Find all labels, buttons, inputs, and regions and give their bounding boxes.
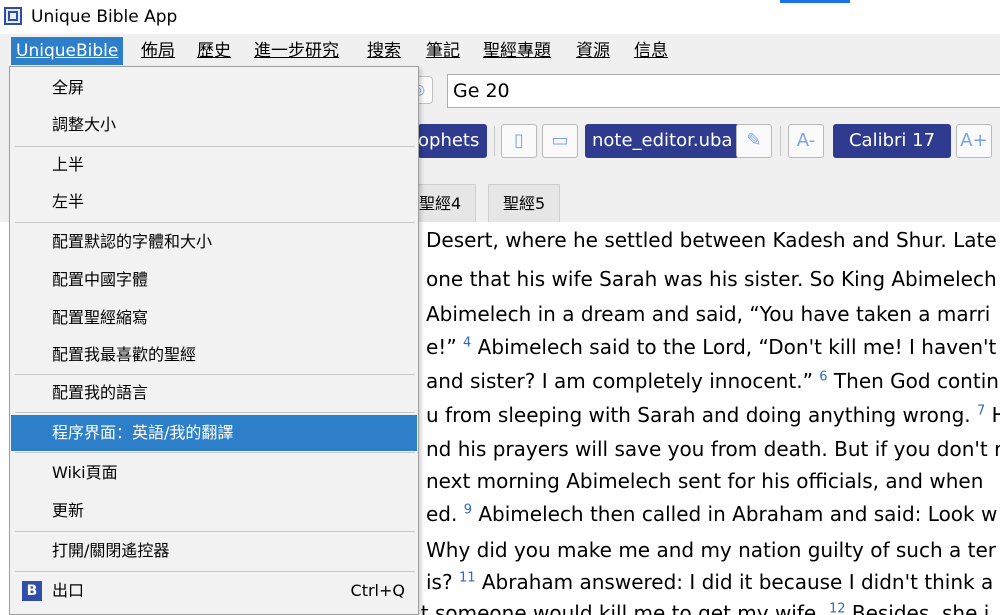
menu-item-interface-language[interactable]: 程序界面：英語/我的翻譯 — [11, 415, 417, 451]
verse-line: Why did you make me and my nation guilty… — [426, 538, 996, 562]
edit-pencil-icon[interactable]: ✎ — [736, 124, 772, 158]
verse-line: ed. 9 Abimelech then called in Abraham a… — [426, 502, 998, 526]
font-decrease-icon[interactable]: A- — [788, 124, 824, 158]
verse-line: one that his wife Sarah was his sister. … — [426, 267, 1000, 291]
menu-search[interactable]: 搜索 — [362, 37, 406, 65]
menu-item-resize[interactable]: 調整大小 — [11, 107, 417, 143]
menu-separator — [15, 412, 415, 413]
menu-layout[interactable]: 佈局 — [136, 37, 180, 65]
bible-text-pane: Desert, where he settled between Kadesh … — [418, 222, 1000, 615]
verse-line: next morning Abimelech sent for his offi… — [426, 469, 984, 493]
verse-number[interactable]: 9 — [464, 502, 472, 517]
title-accent — [780, 0, 850, 3]
app-icon — [4, 7, 22, 25]
menu-info[interactable]: 信息 — [629, 37, 673, 65]
verse-line: is? 11 Abraham answered: I did it becaus… — [426, 570, 994, 594]
menu-item-favourite-bible[interactable]: 配置我最喜歡的聖經 — [11, 337, 417, 373]
menu-separator — [15, 222, 415, 223]
menu-separator — [15, 571, 415, 572]
menu-notes[interactable]: 筆記 — [421, 37, 465, 65]
menu-uniquebible[interactable]: UniqueBible — [11, 37, 124, 65]
menu-item-fullscreen[interactable]: 全屏 — [11, 70, 417, 106]
toolbar-separator — [494, 126, 495, 156]
prophets-button[interactable]: ophets — [418, 124, 487, 158]
tab-bible5[interactable]: 聖經5 — [488, 184, 561, 222]
menu-item-chinese-font[interactable]: 配置中國字體 — [11, 262, 417, 298]
verse-line: Abimelech in a dream and said, “You have… — [426, 302, 991, 326]
menu-bible-topics[interactable]: 聖經專題 — [478, 37, 556, 65]
verse-line: nd his prayers will save you from death.… — [426, 437, 1000, 461]
title-bar: Unique Bible App — [0, 0, 1000, 34]
note-editor-button[interactable]: note_editor.uba — [585, 124, 740, 158]
exit-app-icon: B — [22, 581, 42, 601]
verse-number[interactable]: 12 — [829, 601, 846, 615]
menu-item-my-language[interactable]: 配置我的語言 — [11, 375, 417, 411]
menu-bar: UniqueBible 佈局 歷史 進一步研究 搜索 筆記 聖經專題 資源 信息 — [0, 34, 1000, 66]
verse-line: u from sleeping with Sarah and doing any… — [426, 403, 1000, 427]
menu-item-exit-label: 出口 — [52, 581, 85, 600]
verse-line: e!” 4 Abimelech said to the Lord, “Don't… — [426, 335, 997, 359]
verse-line: and sister? I am completely innocent.” 6… — [426, 369, 999, 393]
menu-item-left-half[interactable]: 左半 — [11, 184, 417, 220]
uniquebible-dropdown-menu: 全屏 調整大小 上半 左半 配置默認的字體和大小 配置中國字體 配置聖經縮寫 配… — [9, 66, 419, 615]
menu-item-default-font[interactable]: 配置默認的字體和大小 — [11, 224, 417, 260]
menu-item-update[interactable]: 更新 — [11, 493, 417, 529]
menu-history[interactable]: 歷史 — [192, 37, 236, 65]
window-title: Unique Bible App — [31, 7, 178, 27]
new-document-icon[interactable]: ▯ — [501, 124, 537, 158]
verse-line: respected God, and I was sure that someo… — [418, 601, 990, 615]
menu-separator — [15, 531, 415, 532]
menu-item-top-half[interactable]: 上半 — [11, 147, 417, 183]
verse-line: Desert, where he settled between Kadesh … — [426, 228, 997, 252]
menu-further-study[interactable]: 進一步研究 — [249, 37, 344, 65]
menu-resources[interactable]: 資源 — [571, 37, 615, 65]
toolbar-separator — [780, 126, 781, 156]
menu-separator — [15, 452, 415, 453]
menu-item-wiki[interactable]: Wiki頁面 — [11, 455, 417, 491]
menu-item-remote-control[interactable]: 打開/關閉遙控器 — [11, 533, 417, 569]
verse-number[interactable]: 6 — [819, 369, 827, 384]
open-folder-icon[interactable]: ▭ — [542, 124, 578, 158]
verse-number[interactable]: 11 — [459, 570, 476, 585]
menu-item-exit[interactable]: B 出口 Ctrl+Q — [11, 573, 417, 609]
font-increase-icon[interactable]: A+ — [956, 124, 992, 158]
reference-input[interactable]: Ge 20 — [447, 74, 1000, 108]
exit-shortcut: Ctrl+Q — [350, 581, 405, 600]
font-button[interactable]: Calibri 17 — [833, 124, 951, 158]
menu-item-bible-abbrev[interactable]: 配置聖經縮寫 — [11, 300, 417, 336]
